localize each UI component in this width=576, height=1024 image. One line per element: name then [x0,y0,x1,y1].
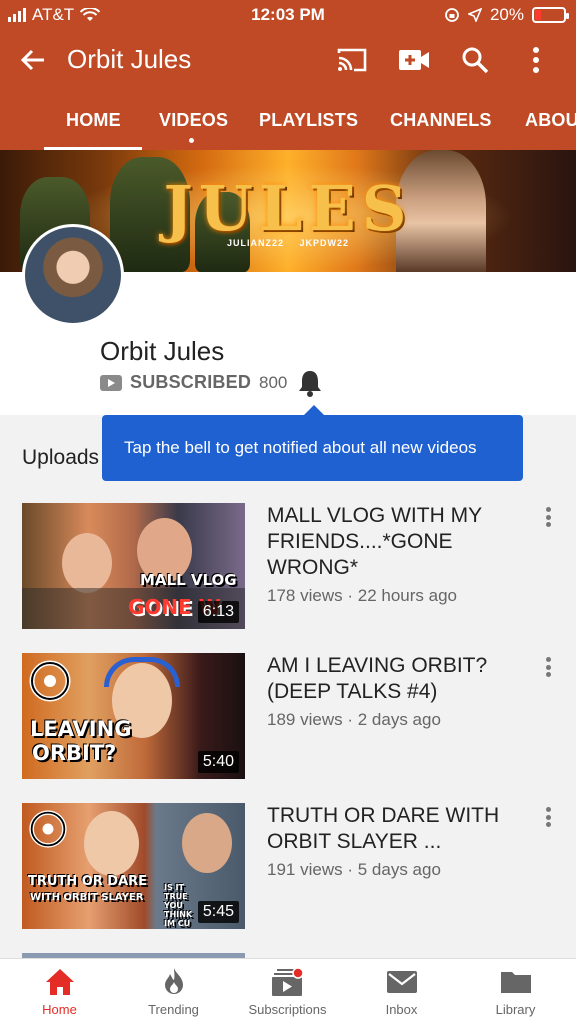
subscriptions-icon [271,967,304,996]
app-bar: Orbit Jules [0,30,576,90]
video-meta: 189 views · 2 days ago [267,710,441,730]
youtube-logo-icon [100,374,122,391]
video-item[interactable]: MALL VLOG GONE W 6:13 MALL VLOG WITH MY … [0,503,576,633]
thumbnail-caption: TRUTH OR DARE [28,874,148,889]
subscribed-label[interactable]: SUBSCRIBED [130,372,251,393]
video-duration: 6:13 [197,601,239,623]
more-vert-icon [533,47,539,73]
home-icon [45,969,74,995]
notification-badge [291,967,304,979]
video-more-options-icon[interactable] [540,655,556,679]
video-item[interactable]: TRUTH OR DARE WITH ORBIT SLAYER IS IT TR… [0,803,576,933]
meta-separator: · [347,860,354,879]
cast-button[interactable] [334,42,370,78]
upload-video-icon [399,50,429,70]
channel-title: Orbit Jules [67,44,192,74]
bell-tooltip[interactable]: Tap the bell to get notified about all n… [102,405,523,481]
video-duration: 5:45 [197,901,239,923]
orbit-logo-icon [29,810,67,848]
search-icon [462,47,489,74]
nav-library[interactable]: Library [458,959,573,1024]
library-folder-icon [500,972,531,993]
thumbnail-caption: MALL VLOG [140,571,237,589]
video-thumbnail[interactable]: LEAVING ORBIT? 5:40 [22,653,245,779]
nav-trending[interactable]: Trending [116,959,231,1024]
video-thumbnail[interactable]: MALL VLOG GONE W 6:13 [22,503,245,629]
uploads-section-title: Uploads [22,446,100,469]
bottom-navigation: Home Trending Subscriptions Inbox Librar… [0,958,576,1024]
upload-age: 2 days ago [357,710,441,729]
video-more-options-icon[interactable] [540,505,556,529]
video-meta: 191 views · 5 days ago [267,860,441,880]
orbit-logo-icon [29,660,71,702]
nav-home[interactable]: Home [2,959,117,1024]
view-count: 178 views [267,586,343,605]
tab-home[interactable]: HOME [66,110,121,131]
trending-flame-icon [164,968,183,994]
video-item[interactable]: LEAVING ORBIT? 5:40 AM I LEAVING ORBIT? … [0,653,576,783]
thumbnail-caption: LEAVING [30,717,132,741]
video-more-options-icon[interactable] [540,805,556,829]
status-bar: AT&T 12:03 PM 20% [0,0,576,30]
nav-label: Home [42,1002,77,1017]
video-thumbnail[interactable]: TRUTH OR DARE WITH ORBIT SLAYER IS IT TR… [22,803,245,929]
nav-label: Subscriptions [248,1002,327,1017]
nav-label: Inbox [385,1002,418,1017]
view-count: 191 views [267,860,343,879]
thumbnail-caption: ORBIT? [32,741,117,765]
view-count: 189 views [267,710,343,729]
meta-separator: · [347,710,354,729]
video-title[interactable]: TRUTH OR DARE WITH ORBIT SLAYER ... [267,803,507,855]
channel-name: Orbit Jules [100,336,225,366]
tab-about[interactable]: ABOU [525,110,576,131]
twitter-handle: JULIANZ22 [226,238,284,248]
upload-video-button[interactable] [396,42,432,78]
tab-playlists[interactable]: PLAYLISTS [259,110,358,131]
upload-age: 5 days ago [357,860,441,879]
search-button[interactable] [457,42,493,78]
back-arrow-icon[interactable] [18,44,50,76]
video-duration: 5:40 [197,751,239,773]
rotation-lock-icon [445,8,459,22]
video-title[interactable]: AM I LEAVING ORBIT? (DEEP TALKS #4) [267,653,507,705]
nav-subscriptions[interactable]: Subscriptions [230,959,345,1024]
channel-avatar[interactable] [22,224,124,326]
nav-inbox[interactable]: Inbox [344,959,459,1024]
cast-icon [337,48,367,72]
instagram-handle: JKPDW22 [299,238,350,248]
notification-bell-icon[interactable] [296,368,324,398]
subscriber-count: 800 [259,372,288,392]
video-title[interactable]: MALL VLOG WITH MY FRIENDS....*GONE WRONG… [267,503,507,581]
battery-icon [532,7,569,23]
thumbnail-caption: WITH ORBIT SLAYER [30,892,144,903]
meta-separator: · [347,586,354,605]
tab-channels[interactable]: CHANNELS [390,110,492,131]
nav-label: Trending [148,1002,199,1017]
tooltip-text: Tap the bell to get notified about all n… [124,438,477,457]
channel-tabs: HOME VIDEOS PLAYLISTS CHANNELS ABOU [0,90,576,150]
subscribe-row[interactable]: SUBSCRIBED 800 [100,372,287,393]
more-options-button[interactable] [518,42,554,78]
upload-age: 22 hours ago [357,586,457,605]
new-content-dot [189,138,194,143]
tab-videos[interactable]: VIDEOS [159,110,228,131]
nav-label: Library [495,1002,536,1017]
inbox-mail-icon [386,971,417,993]
battery-percent: 20% [489,5,524,24]
location-arrow-icon [467,8,482,22]
video-meta: 178 views · 22 hours ago [267,586,457,606]
